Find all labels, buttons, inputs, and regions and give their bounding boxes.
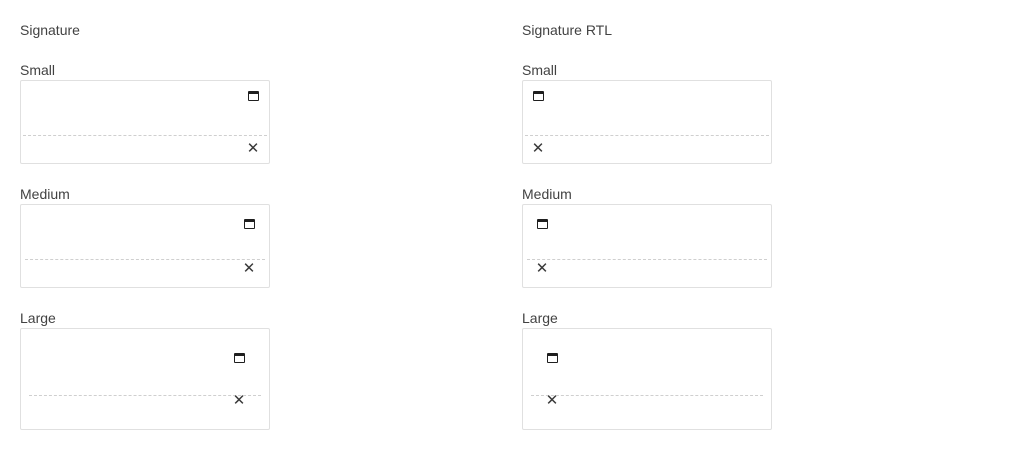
signature-pad-small-rtl[interactable]: ✕ (522, 80, 772, 164)
section-title: Signature (20, 22, 80, 38)
signature-line (527, 259, 767, 260)
section-title: Signature RTL (522, 22, 613, 38)
maximize-icon[interactable] (533, 91, 544, 101)
clear-icon[interactable]: ✕ (246, 141, 260, 156)
clear-icon[interactable]: ✕ (535, 261, 549, 276)
signature-line (525, 135, 769, 136)
signature-line (531, 395, 763, 396)
clear-icon[interactable]: ✕ (545, 393, 559, 408)
maximize-icon[interactable] (244, 219, 255, 229)
clear-icon[interactable]: ✕ (242, 261, 256, 276)
size-label-large: Large (522, 310, 558, 326)
maximize-icon[interactable] (537, 219, 548, 229)
signature-line (25, 259, 265, 260)
maximize-icon[interactable] (547, 353, 558, 363)
signature-pad-small[interactable]: ✕ (20, 80, 270, 164)
size-label-small: Small (522, 62, 558, 78)
signature-pad-large[interactable]: ✕ (20, 328, 270, 430)
signature-pad-medium-rtl[interactable]: ✕ (522, 204, 772, 288)
clear-icon[interactable]: ✕ (232, 393, 246, 408)
maximize-icon[interactable] (234, 353, 245, 363)
signature-line (23, 135, 267, 136)
clear-icon[interactable]: ✕ (531, 141, 545, 156)
size-label-small: Small (20, 62, 56, 78)
signature-line (29, 395, 261, 396)
size-label-medium: Medium (522, 186, 572, 202)
maximize-icon[interactable] (248, 91, 259, 101)
size-label-large: Large (20, 310, 56, 326)
size-label-medium: Medium (20, 186, 70, 202)
signature-pad-large-rtl[interactable]: ✕ (522, 328, 772, 430)
signature-pad-medium[interactable]: ✕ (20, 204, 270, 288)
